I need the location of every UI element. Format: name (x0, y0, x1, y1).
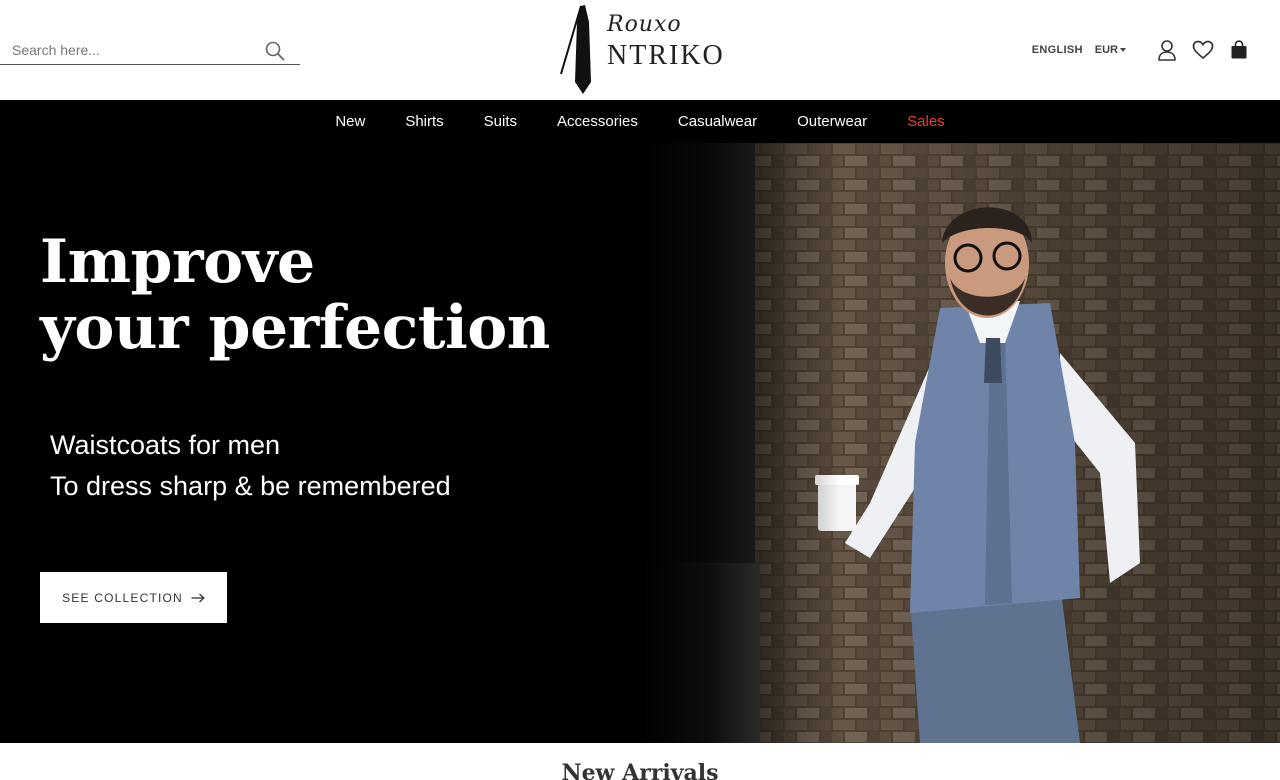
currency-selector[interactable]: EUR (1095, 44, 1126, 56)
language-selector[interactable]: ENGLISH (1032, 44, 1083, 56)
main-nav: New Shirts Suits Accessories Casualwear … (0, 100, 1280, 143)
site-header: Rouxo NTRIKO ENGLISH EUR (0, 0, 1280, 100)
hero-banner: Improve your perfection Waistcoats for m… (0, 143, 1280, 743)
site-logo[interactable]: Rouxo NTRIKO (555, 2, 725, 96)
nav-item-outerwear[interactable]: Outerwear (797, 113, 867, 130)
hero-title: Improve your perfection (40, 229, 550, 361)
account-button[interactable] (1156, 38, 1178, 62)
see-collection-button[interactable]: SEE COLLECTION (40, 572, 227, 623)
hero-subtitle: Waistcoats for men To dress sharp & be r… (50, 425, 451, 507)
search-icon[interactable] (264, 40, 286, 62)
hero-image-fade (640, 143, 840, 743)
header-actions: ENGLISH EUR (1032, 36, 1250, 64)
user-icon (1158, 40, 1176, 61)
nav-item-suits[interactable]: Suits (484, 113, 517, 130)
search-input[interactable] (0, 36, 255, 64)
wishlist-button[interactable] (1192, 38, 1214, 62)
nav-item-new[interactable]: New (335, 113, 365, 130)
cart-button[interactable] (1228, 38, 1250, 62)
heart-icon (1192, 40, 1214, 60)
nav-item-sales[interactable]: Sales (907, 113, 945, 130)
bag-icon (1231, 40, 1247, 59)
arrow-right-icon (191, 593, 205, 602)
logo-script: Rouxo (607, 12, 682, 37)
chevron-down-icon (1120, 48, 1126, 52)
hero-subtitle-line-1: Waistcoats for men (50, 430, 281, 460)
nav-item-shirts[interactable]: Shirts (405, 113, 443, 130)
logo-brand: NTRIKO (607, 40, 725, 71)
section-title-new-arrivals: New Arrivals (561, 760, 719, 780)
hero-subtitle-line-2: To dress sharp & be remembered (50, 471, 451, 501)
currency-label: EUR (1094, 44, 1118, 56)
hero-title-line-1: Improve (40, 227, 315, 297)
nav-item-casualwear[interactable]: Casualwear (678, 113, 757, 130)
search-bar (0, 36, 300, 65)
hero-title-line-2: your perfection (40, 293, 550, 363)
nav-item-accessories[interactable]: Accessories (557, 113, 638, 130)
tie-icon (560, 5, 591, 94)
see-collection-label: SEE COLLECTION (62, 590, 183, 605)
